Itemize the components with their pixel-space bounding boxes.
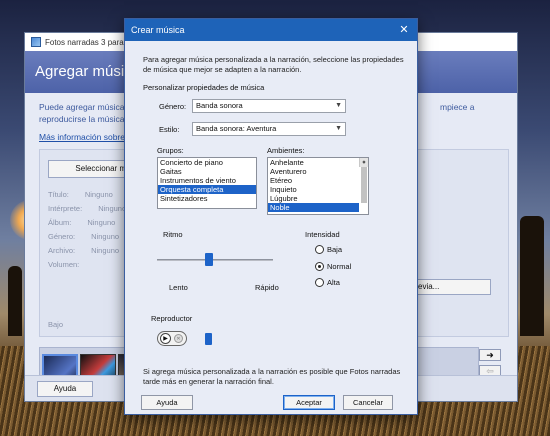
play-icon[interactable]: ▶ [160,333,171,344]
ambients-list-item-selected[interactable]: Noble [268,203,359,212]
help-button[interactable]: Ayuda [141,395,193,410]
property-value: Ninguno [87,218,116,227]
rhythm-slow-label: Lento [169,283,188,292]
dialog-titlebar: Crear música [125,19,417,41]
rhythm-slider-knob[interactable] [205,253,213,266]
close-icon[interactable]: ✕ [397,23,411,37]
low-label-text: Bajo [48,320,64,329]
intensity-radio-normal[interactable]: Normal [315,262,351,271]
background-window-title: Fotos narradas 3 para W [45,37,134,47]
rhythm-slider-track[interactable] [157,259,273,261]
property-label: Álbum: [48,218,72,227]
more-info-link[interactable]: Más información sobre [39,132,125,142]
cancel-button[interactable]: Cancelar [343,395,393,410]
ambients-list-item[interactable]: Etéreo [268,176,368,185]
radio-button[interactable] [315,278,324,287]
property-label: Género: [48,232,76,241]
property-value: Ninguno [91,246,120,255]
scroll-down-icon[interactable]: ▼ [360,159,368,167]
move-right-arrow-icon[interactable]: ➜ [479,349,501,361]
chevron-down-icon: ▼ [335,102,342,109]
dialog-note: Si agrega música personalizada a la narr… [143,367,401,386]
genre-value: Banda sonora [196,101,243,110]
groups-list-item[interactable]: Instrumentos de viento [158,176,256,185]
tree-silhouette [8,266,22,336]
stop-icon[interactable]: ✕ [174,334,183,343]
app-icon [31,37,41,47]
rhythm-label: Ritmo [163,230,183,239]
genre-label: Género: [159,102,187,111]
rhythm-fast-label: Rápido [255,283,279,292]
intensity-radio-low[interactable]: Baja [315,245,342,254]
style-dropdown[interactable]: Banda sonora: Aventura ▼ [192,122,346,136]
property-value: Ninguno [98,204,127,213]
create-music-dialog: Crear música ✕ Para agregar música perso… [124,18,418,415]
player-label: Reproductor [151,314,193,323]
ambients-list-item[interactable]: Lúgubre [268,194,368,203]
groups-list-item[interactable]: Gaitas [158,167,256,176]
genre-dropdown[interactable]: Banda sonora ▼ [192,99,346,113]
intensity-label: Intensidad [305,230,340,239]
ambients-list-item[interactable]: Anhelante [268,158,368,167]
intensity-radio-high[interactable]: Alta [315,278,340,287]
radio-button[interactable] [315,245,324,254]
style-label: Estilo: [159,125,180,134]
background-description-right: mpiece a [440,102,475,112]
scroll-thumb[interactable] [361,167,367,203]
groups-list-item[interactable]: Sintetizadores [158,194,256,203]
radio-button-checked[interactable] [315,262,324,271]
accept-button[interactable]: Aceptar [283,395,335,410]
background-help-button[interactable]: Ayuda [37,381,93,397]
radio-label: Alta [327,278,340,287]
radio-label: Normal [327,262,352,271]
ambients-list-item[interactable]: Aventurero [268,167,368,176]
dialog-intro-text: Para agregar música personalizada a la n… [143,55,404,74]
groups-list-item-selected[interactable]: Orquesta completa [158,185,256,194]
groups-list-item[interactable]: Concierto de piano [158,158,256,167]
groups-label: Grupos: [157,146,184,155]
ambients-list-item[interactable]: Inquieto [268,185,368,194]
ambients-listbox[interactable]: Anhelante Aventurero Etéreo Inquieto Lúg… [267,157,369,215]
style-value: Banda sonora: Aventura [196,124,277,133]
property-value: Ninguno [91,232,120,241]
ambients-scrollbar[interactable]: ▲ ▼ [359,158,368,203]
property-label: Título: [48,190,69,199]
playback-position-knob[interactable] [205,333,212,345]
property-label: Volumen: [48,260,80,269]
property-value: Ninguno [84,190,113,199]
ambients-label: Ambientes: [267,146,305,155]
chevron-down-icon: ▼ [335,125,342,132]
groups-listbox[interactable]: Concierto de piano Gaitas Instrumentos d… [157,157,257,209]
music-player: ▶ ✕ [157,331,187,346]
property-label: Archivo: [48,246,76,255]
section-label: Personalizar propiedades de música [143,83,265,92]
dialog-title: Crear música [131,25,185,35]
tree-silhouette [520,216,544,336]
property-label: Intérprete: [48,204,83,213]
radio-label: Baja [327,245,343,254]
